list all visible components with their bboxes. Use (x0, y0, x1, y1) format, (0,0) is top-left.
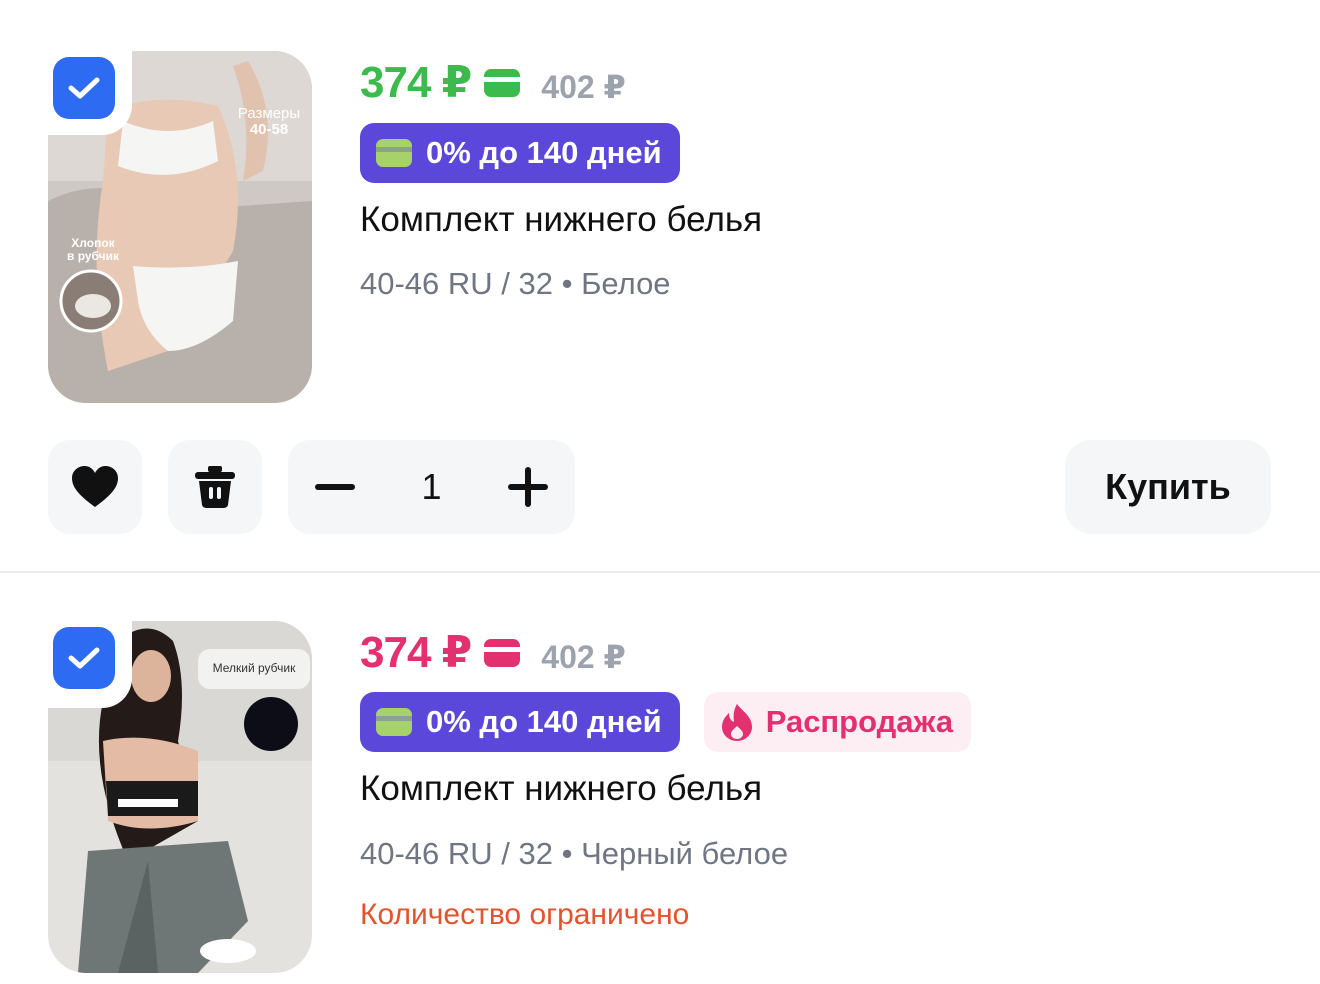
plus-icon (508, 467, 548, 507)
delete-button[interactable] (168, 440, 262, 534)
badges: 0% до 140 дней Распродажа (360, 692, 972, 752)
current-price: 374 ₽ (360, 57, 472, 107)
heart-icon (72, 466, 118, 507)
product-variant: 40-46 RU / 32 • Белое (360, 266, 671, 301)
cart-item: Размеры 40-58 Хлопок в рубчик 374 ₽ 402 … (0, 0, 1320, 572)
current-price: 374 ₽ (360, 627, 472, 677)
credit-badge-label: 0% до 140 дней (426, 135, 662, 170)
decrease-button[interactable] (288, 440, 382, 534)
select-checkbox[interactable] (53, 57, 115, 119)
old-price: 402 ₽ (541, 69, 626, 105)
card-icon (376, 708, 412, 736)
quantity-value: 1 (421, 466, 442, 507)
increase-button[interactable] (481, 440, 575, 534)
credit-badge[interactable]: 0% до 140 дней (360, 692, 680, 752)
cart-item: Мелкий рубчик 374 ₽ 402 ₽ 0% до 140 дней (0, 573, 1320, 984)
card-icon (484, 639, 521, 667)
sale-badge-label: Распродажа (765, 704, 954, 739)
image-caption: Мелкий рубчик (212, 661, 296, 675)
badges: 0% до 140 дней (360, 123, 680, 183)
item-actions: 1 Купить (0, 440, 1320, 534)
old-price: 402 ₽ (541, 639, 626, 675)
trash-icon (195, 466, 235, 508)
credit-badge[interactable]: 0% до 140 дней (360, 123, 680, 183)
select-checkbox[interactable] (53, 627, 115, 689)
fire-icon (721, 704, 752, 741)
card-icon (376, 139, 412, 167)
image-caption-sizes-value: 40-58 (249, 121, 289, 138)
sale-badge[interactable]: Распродажа (703, 692, 972, 752)
image-caption-sizes-label: Размеры (237, 105, 301, 122)
favorite-button[interactable] (48, 440, 142, 534)
stock-warning: Количество ограничено (360, 898, 690, 931)
image-caption-fabric-line2: в рубчик (66, 249, 120, 263)
check-icon (68, 77, 100, 99)
buy-button[interactable]: Купить (1065, 440, 1271, 534)
price-row: 374 ₽ 402 ₽ (360, 622, 626, 682)
quantity-stepper: 1 (288, 440, 575, 534)
price-row: 374 ₽ 402 ₽ (360, 52, 626, 112)
check-icon (68, 647, 100, 669)
product-title[interactable]: Комплект нижнего белья (360, 769, 762, 809)
minus-icon (315, 484, 355, 490)
product-variant: 40-46 RU / 32 • Черный белое (360, 836, 789, 871)
card-icon (484, 69, 521, 97)
credit-badge-label: 0% до 140 дней (426, 704, 662, 739)
product-title[interactable]: Комплект нижнего белья (360, 200, 762, 240)
